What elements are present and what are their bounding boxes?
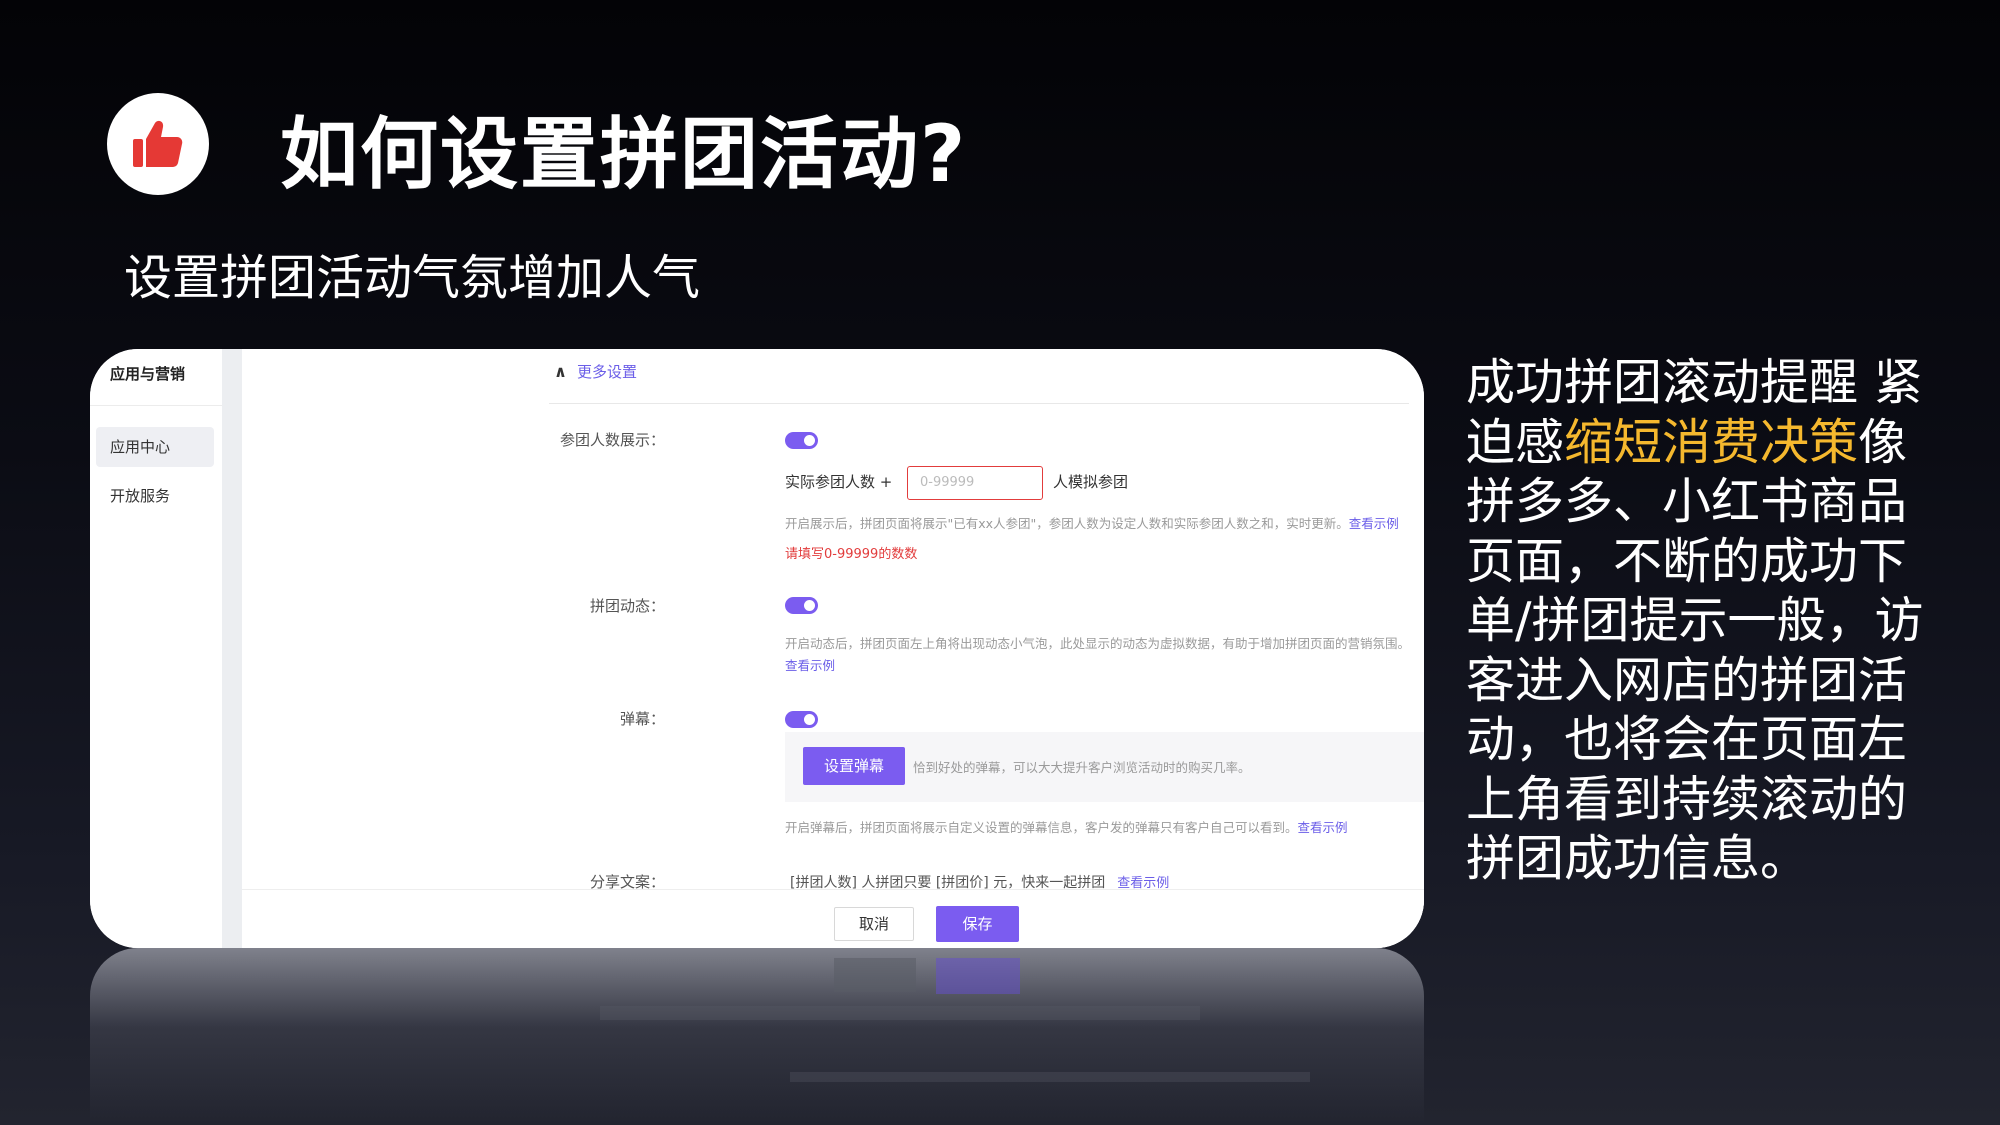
participants-help-text: 开启展示后，拼团页面将展示"已有xx人参团"，参团人数为设定人数和实际参团人数之… (785, 516, 1349, 531)
set-danmu-button[interactable]: 设置弹幕 (803, 747, 905, 785)
reflection-cancel (834, 958, 916, 992)
reflection-save (936, 958, 1020, 994)
section-divider (549, 403, 1409, 404)
dynamics-example-link[interactable]: 查看示例 (785, 655, 835, 674)
sidebar-divider (90, 405, 222, 406)
screenshot-reflection (90, 948, 1424, 1125)
page-subtitle: 设置拼团活动气氛增加人气 (124, 250, 701, 306)
sidebar-item-app-center[interactable]: 应用中心 (96, 427, 214, 467)
danmu-help: 开启弹幕后，拼团页面将展示自定义设置的弹幕信息，客户发的弹幕只有客户自己可以看到… (785, 817, 1348, 836)
sidebar-item-open-service[interactable]: 开放服务 (96, 476, 214, 516)
participants-help: 开启展示后，拼团页面将展示"已有xx人参团"，参团人数为设定人数和实际参团人数之… (785, 513, 1399, 532)
actual-participants-label: 实际参团人数 + (785, 473, 893, 491)
participants-label: 参团人数展示： (559, 431, 665, 449)
more-settings-toggle[interactable]: ∧ 更多设置 (554, 361, 637, 382)
participants-toggle[interactable] (785, 432, 818, 449)
form-footer: 取消 保存 (242, 889, 1424, 948)
danmu-tip: 恰到好处的弹幕，可以大大提升客户浏览活动时的购买几率。 (913, 760, 1251, 775)
simulated-participants-input[interactable]: 0-99999 (907, 466, 1043, 500)
sidebar-title: 应用与营销 (110, 365, 186, 383)
danmu-label: 弹幕： (619, 710, 665, 728)
participants-error: 请填写0-99999的数数 (785, 547, 918, 562)
sidebar-gutter (222, 349, 242, 948)
thumbs-up-logo (107, 93, 209, 195)
reflection-line (790, 1072, 1310, 1082)
danmu-config-box: 设置弹幕 恰到好处的弹幕，可以大大提升客户浏览活动时的购买几率。 (785, 732, 1424, 802)
sidebar: 应用与营销 应用中心 开放服务 (90, 349, 222, 948)
participants-example-link[interactable]: 查看示例 (1349, 516, 1399, 531)
description-highlight: 缩短消费决策 (1564, 413, 1859, 471)
thumbs-up-icon (133, 120, 183, 167)
chevron-up-icon: ∧ (554, 362, 567, 381)
feature-description: 成功拼团滚动提醒 紧迫感缩短消费决策像拼多多、小红书商品页面，不断的成功下单/拼… (1466, 353, 1946, 889)
danmu-help-text: 开启弹幕后，拼团页面将展示自定义设置的弹幕信息，客户发的弹幕只有客户自己可以看到… (785, 820, 1298, 835)
dynamics-toggle[interactable] (785, 597, 818, 614)
more-settings-label: 更多设置 (577, 363, 638, 381)
description-body: 像拼多多、小红书商品页面，不断的成功下单/拼团提示一般，访客进入网店的拼团活动，… (1466, 413, 1924, 888)
settings-screenshot: 应用与营销 应用中心 开放服务 ∧ 更多设置 参团人数展示： 实际参团人数 + 0… (90, 349, 1424, 948)
page-title: 如何设置拼团活动? (280, 110, 968, 200)
danmu-toggle[interactable] (785, 711, 818, 728)
cancel-button[interactable]: 取消 (834, 907, 914, 941)
settings-panel: ∧ 更多设置 参团人数展示： 实际参团人数 + 0-99999 人模拟参团 开启展… (242, 349, 1424, 948)
danmu-example-link[interactable]: 查看示例 (1298, 820, 1348, 835)
save-button[interactable]: 保存 (936, 906, 1019, 942)
simulated-participants-suffix: 人模拟参团 (1053, 473, 1129, 491)
dynamics-help: 开启动态后，拼团页面左上角将出现动态小气泡，此处显示的动态为虚拟数据，有助于增加… (785, 636, 1411, 651)
dynamics-label: 拼团动态： (589, 597, 665, 615)
reflection-line (600, 1006, 1200, 1020)
